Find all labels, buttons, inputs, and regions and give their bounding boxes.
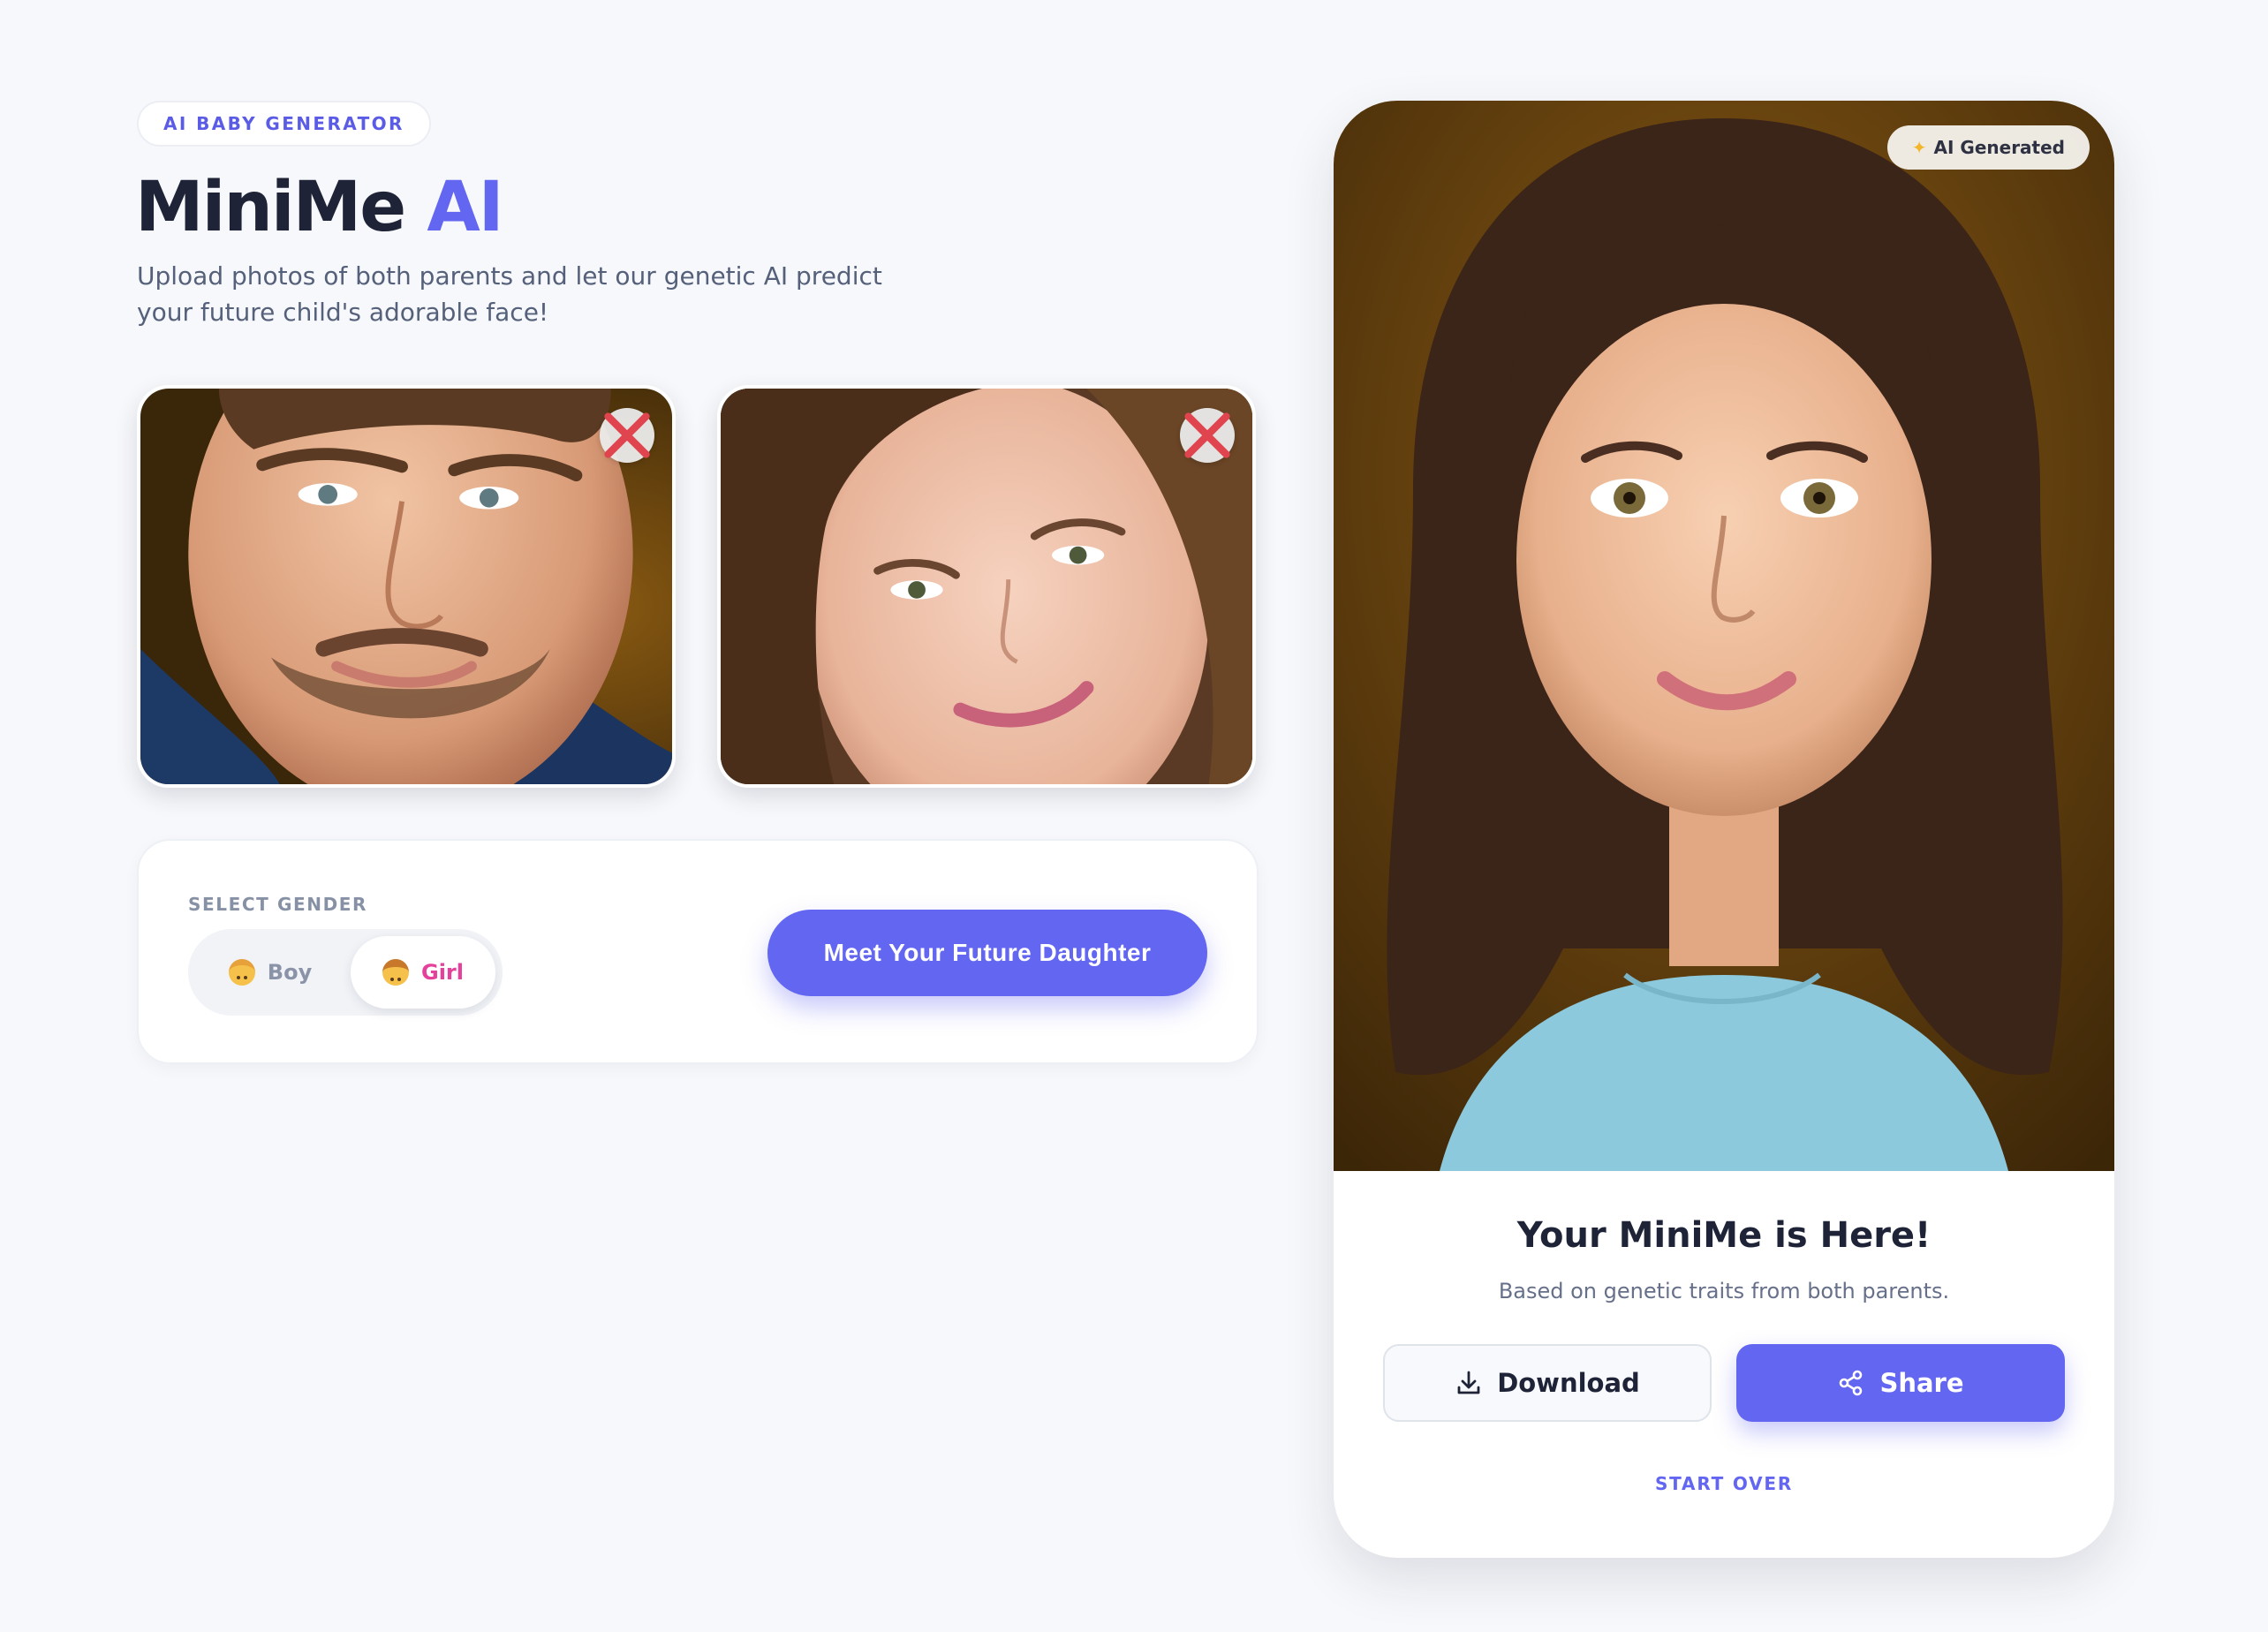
share-icon <box>1840 1370 1863 1396</box>
share-label: Share <box>1879 1368 1964 1398</box>
mother-photo <box>721 389 1252 784</box>
girl-emoji-icon <box>382 959 409 986</box>
boy-emoji-icon <box>228 959 255 986</box>
start-over-link[interactable]: START OVER <box>1334 1473 2114 1494</box>
generate-button[interactable]: Meet Your Future Daughter <box>767 910 1207 996</box>
result-card: ✦ AI Generated Your MiniMe is Here! Base… <box>1334 101 2114 1558</box>
gender-option-girl[interactable]: Girl <box>351 936 495 1009</box>
download-button[interactable]: Download <box>1383 1344 1712 1422</box>
title-main: MiniMe <box>135 168 406 247</box>
father-photo-card[interactable] <box>137 385 676 788</box>
gender-option-label: Girl <box>421 960 464 985</box>
gender-option-label: Boy <box>267 960 313 985</box>
mother-photo-card[interactable] <box>717 385 1256 788</box>
result-title: Your MiniMe is Here! <box>1516 1215 1932 1256</box>
controls-card: SELECT GENDER Boy Girl Meet Your Future … <box>137 839 1259 1064</box>
gender-toggle: Boy Girl <box>188 929 503 1016</box>
app-page: AI BABY GENERATOR MiniMe AI Upload photo… <box>0 0 2268 1632</box>
sparkles-icon: ✦ <box>1911 137 1927 158</box>
father-photo <box>140 389 672 784</box>
ai-tag-label: AI Generated <box>1933 137 2065 158</box>
page-title: MiniMe AI <box>135 168 504 247</box>
close-icon <box>604 412 650 458</box>
page-subtitle: Upload photos of both parents and let ou… <box>137 261 882 327</box>
download-icon <box>1457 1371 1480 1394</box>
remove-father-button[interactable] <box>600 408 654 463</box>
share-button[interactable]: Share <box>1736 1344 2065 1422</box>
app-badge: AI BABY GENERATOR <box>137 101 431 147</box>
download-label: Download <box>1497 1368 1640 1398</box>
title-accent: AI <box>427 168 503 247</box>
result-subtitle: Based on genetic traits from both parent… <box>1498 1279 1950 1303</box>
gender-label: SELECT GENDER <box>188 894 368 915</box>
child-photo <box>1334 101 2114 1171</box>
result-photo-frame <box>1334 101 2114 1171</box>
remove-mother-button[interactable] <box>1180 408 1235 463</box>
gender-option-boy[interactable]: Boy <box>195 936 345 1009</box>
ai-generated-tag: ✦ AI Generated <box>1886 125 2090 170</box>
close-icon <box>1184 412 1230 458</box>
